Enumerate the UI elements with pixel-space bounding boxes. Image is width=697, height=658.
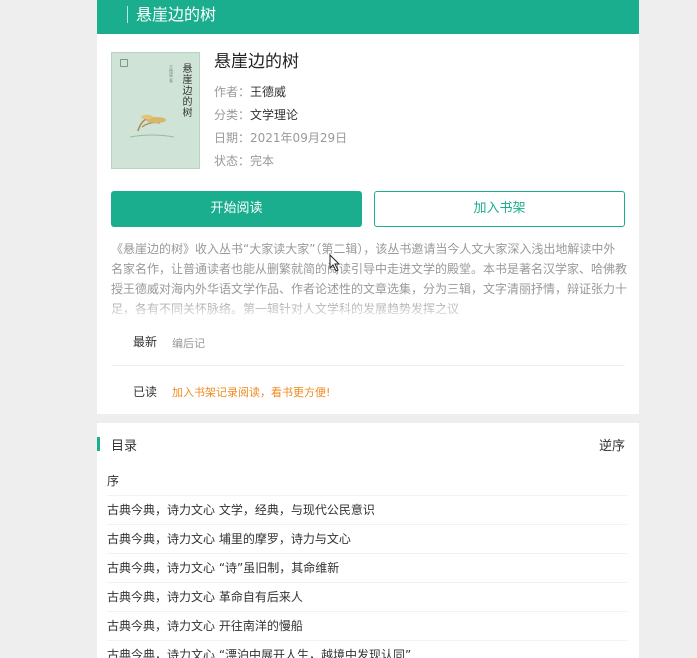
catalog-title: 目录	[111, 439, 138, 454]
header-bar: 悬崖边的树	[97, 0, 639, 34]
date-value: 2021年09月29日	[250, 131, 348, 145]
catalog-header: 目录 逆序	[97, 433, 639, 455]
status-row: 状态：完本	[214, 152, 274, 170]
catalog-card: 目录 逆序 序 古典今典，诗力文心 文学，经典，与现代公民意识 古典今典，诗力文…	[97, 423, 639, 658]
chapter-item[interactable]: 古典今典，诗力文心 埔里的摩罗，诗力与文心	[107, 525, 627, 554]
start-reading-button[interactable]: 开始阅读	[111, 191, 362, 227]
author-label: 作者：	[214, 85, 251, 99]
add-to-shelf-button[interactable]: 加入书架	[374, 191, 625, 227]
description-fade	[111, 299, 627, 319]
reverse-order-button[interactable]: 逆序	[599, 435, 625, 454]
category-label: 分类：	[214, 108, 251, 122]
latest-chapter-row[interactable]: 最新 编后记	[111, 328, 625, 366]
chapter-item[interactable]: 古典今典，诗力文心 “诗”虽旧制，其命维新	[107, 554, 627, 583]
book-info-card: 王德威 著 悬崖边的树 悬崖边的树 作者：王德威 分类：文学理论 日期：2021…	[97, 34, 639, 414]
read-notice[interactable]: 加入书架记录阅读，看书更方便!	[172, 384, 330, 400]
latest-label: 最新	[133, 335, 158, 349]
chapter-list: 序 古典今典，诗力文心 文学，经典，与现代公民意识 古典今典，诗力文心 埔里的摩…	[107, 467, 627, 658]
chapter-item[interactable]: 古典今典，诗力文心 “漂泊中展开人生，越境中发现认同”	[107, 641, 627, 658]
header-title: 悬崖边的树	[136, 5, 217, 24]
category-value[interactable]: 文学理论	[250, 108, 298, 122]
chapter-item[interactable]: 古典今典，诗力文心 文学，经典，与现代公民意识	[107, 496, 627, 525]
header-divider	[127, 6, 128, 23]
category-row: 分类：文学理论	[214, 106, 298, 124]
author-value[interactable]: 王德威	[250, 85, 286, 99]
latest-chapter-link[interactable]: 编后记	[172, 335, 205, 351]
book-cover[interactable]: 王德威 著 悬崖边的树	[111, 52, 200, 169]
status-value: 完本	[250, 154, 275, 168]
tree-illustration-icon	[129, 114, 175, 138]
author-row: 作者：王德威	[214, 83, 286, 101]
mouse-cursor-icon	[329, 254, 341, 272]
chapter-item[interactable]: 序	[107, 467, 627, 496]
chapter-item[interactable]: 古典今典，诗力文心 革命自有后来人	[107, 583, 627, 612]
page: 悬崖边的树 王德威 著 悬崖边的树 悬崖边的树 作者：王德威 分类：文学理论 日…	[97, 0, 639, 658]
catalog-marker	[97, 437, 100, 451]
status-label: 状态：	[214, 154, 251, 168]
read-label: 已读	[133, 385, 158, 399]
date-row: 日期：2021年09月29日	[214, 129, 347, 147]
book-title: 悬崖边的树	[214, 52, 299, 72]
chapter-item[interactable]: 古典今典，诗力文心 开往南洋的慢船	[107, 612, 627, 641]
read-progress-row: 已读 加入书架记录阅读，看书更方便!	[111, 380, 625, 404]
date-label: 日期：	[214, 131, 251, 145]
